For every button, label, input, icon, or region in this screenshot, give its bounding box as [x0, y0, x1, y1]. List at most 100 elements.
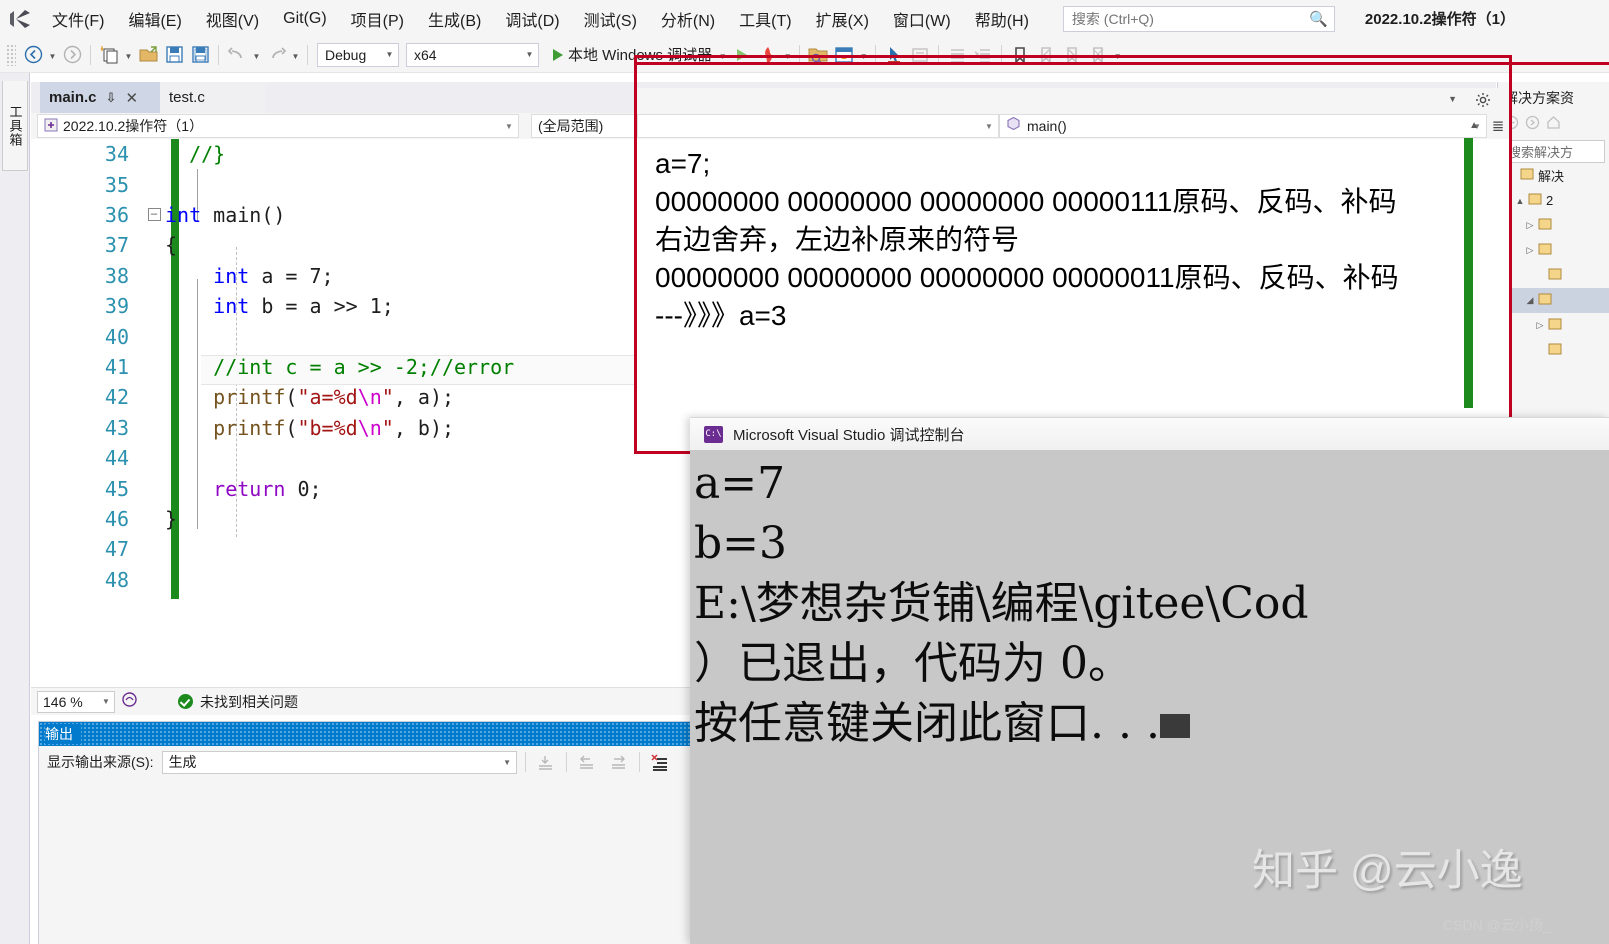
note-chevron-down-icon[interactable]: ▼: [1448, 94, 1457, 104]
output-pane-toolbar: 显示输出来源(S): 生成 ▼: [39, 746, 690, 778]
line-number: 38: [104, 263, 129, 288]
menu-item-test[interactable]: 测试(S): [572, 0, 649, 37]
global-scope-value: (全局范围): [538, 118, 604, 134]
solution-tree-row[interactable]: ▷: [1498, 238, 1609, 263]
save-icon[interactable]: [161, 42, 187, 68]
menu-item-build[interactable]: 生成(B): [416, 0, 493, 37]
menu-item-analyze[interactable]: 分析(N): [649, 0, 727, 37]
output-toolbar-separator-2: [565, 752, 567, 772]
code-text: return 0;: [213, 476, 322, 501]
code-text: {: [165, 233, 178, 258]
new-project-icon[interactable]: [96, 42, 122, 68]
menu-item-view[interactable]: 视图(V): [194, 0, 271, 37]
solution-tree-row[interactable]: ◢: [1498, 288, 1609, 313]
build-configuration-select[interactable]: Debug ▼: [317, 42, 399, 67]
output-pane-header[interactable]: 输出: [39, 722, 690, 746]
menu-item-window[interactable]: 窗口(W): [881, 0, 963, 37]
tab-test-c[interactable]: test.c: [160, 82, 265, 113]
menu-item-tools[interactable]: 工具(T): [727, 0, 803, 37]
tree-expander-icon[interactable]: ▲: [1512, 196, 1528, 206]
line-number: 36: [104, 202, 129, 227]
play-icon: [553, 48, 563, 61]
search-input[interactable]: [1071, 10, 1302, 27]
solution-tree-row[interactable]: [1498, 263, 1609, 288]
member-scope-select[interactable]: main() ▼: [999, 114, 1487, 138]
toolbar-grip[interactable]: [6, 43, 16, 66]
build-platform-select[interactable]: x64 ▼: [406, 42, 539, 67]
line-number: 41: [104, 354, 129, 379]
open-file-icon[interactable]: [135, 42, 161, 68]
toolbar-separator: [90, 44, 91, 65]
tab-test-c-label: test.c: [169, 89, 205, 106]
line-number: 37: [104, 233, 129, 258]
tree-expander-icon[interactable]: ▷: [1522, 220, 1538, 231]
note-line-1: a=7;: [655, 148, 711, 179]
navigate-back-icon[interactable]: [20, 42, 46, 68]
undo-caret-icon[interactable]: ▼: [250, 42, 263, 68]
menu-item-help[interactable]: 帮助(H): [963, 0, 1041, 37]
redo-caret-icon[interactable]: ▼: [289, 42, 302, 68]
note-gear-icon[interactable]: [1475, 92, 1491, 113]
note-scope-chevron-icon: ▼: [985, 121, 993, 131]
tab-main-c[interactable]: main.c ⇩ ✕: [40, 82, 160, 113]
build-configuration-value: Debug: [325, 46, 367, 63]
line-number: 35: [104, 172, 129, 197]
tree-item-icon: [1548, 267, 1562, 284]
toolbox-vertical-tab[interactable]: 工具箱: [2, 81, 28, 171]
solution-tree-row[interactable]: ▷: [1498, 313, 1609, 338]
zoom-level-select[interactable]: 146 % ▼: [37, 690, 115, 713]
code-text: //}: [165, 142, 226, 167]
check-circle-icon: [178, 694, 193, 709]
intellicode-icon[interactable]: [121, 691, 138, 713]
menu-item-project[interactable]: 项目(P): [339, 0, 416, 37]
close-icon[interactable]: ✕: [125, 89, 138, 107]
solution-tree-row[interactable]: ▷: [1498, 213, 1609, 238]
save-all-icon[interactable]: [187, 42, 213, 68]
menu-item-file[interactable]: 文件(F): [40, 0, 116, 37]
note-scroll-up-icon[interactable]: ▲: [1469, 120, 1479, 131]
clear-output-icon[interactable]: [648, 750, 672, 774]
menu-item-git[interactable]: Git(G): [271, 0, 339, 37]
solution-tree-row[interactable]: [1498, 338, 1609, 363]
fold-toggle-icon[interactable]: −: [143, 207, 165, 222]
line-number: 43: [104, 415, 129, 440]
undo-icon[interactable]: [224, 42, 250, 68]
menu-item-debug[interactable]: 调试(D): [493, 0, 571, 37]
redo-icon[interactable]: [263, 42, 289, 68]
output-pane: 输出 显示输出来源(S): 生成 ▼: [38, 721, 691, 944]
split-view-icon[interactable]: ≣: [1487, 117, 1509, 135]
tree-item-label: 解决: [1538, 169, 1565, 184]
tree-expander-icon[interactable]: ◢: [1522, 295, 1538, 306]
navigate-back-caret-icon[interactable]: ▼: [46, 42, 59, 68]
go-to-previous-message-icon[interactable]: [575, 750, 599, 774]
solution-tree-row[interactable]: ▲ 2: [1498, 188, 1609, 213]
code-text: printf("a=%d\n", a);: [213, 385, 455, 410]
solution-explorer-search[interactable]: 搜索解决方: [1502, 140, 1605, 163]
menu-item-edit[interactable]: 编辑(E): [116, 0, 193, 37]
new-project-caret-icon[interactable]: ▼: [122, 42, 135, 68]
go-to-next-message-icon[interactable]: [607, 750, 631, 774]
console-line-6-text: 按任意键关闭此窗口. . .: [694, 698, 1160, 749]
tree-expander-icon[interactable]: ▷: [1522, 245, 1538, 256]
note-top-bar: ▼: [637, 88, 1509, 113]
solution-tree-row[interactable]: 解决: [1498, 163, 1609, 188]
home-icon[interactable]: [1546, 115, 1561, 135]
note-line-4: 00000000 00000000 00000000 00000011原码、反码…: [655, 262, 1399, 293]
project-scope-select[interactable]: 2022.10.2操作符（1） ▼: [37, 114, 519, 138]
visual-studio-logo-icon: [0, 0, 40, 37]
pin-icon[interactable]: ⇩: [106, 90, 117, 106]
member-scope-value: main(): [1027, 118, 1067, 134]
output-source-select[interactable]: 生成 ▼: [161, 750, 517, 774]
forward-navigate-icon[interactable]: [1525, 115, 1540, 135]
tree-expander-icon[interactable]: ▷: [1532, 320, 1548, 331]
app-window: 文件(F) 编辑(E) 视图(V) Git(G) 项目(P) 生成(B) 调试(…: [0, 0, 1609, 944]
code-text: //int c = a >> -2;//error: [165, 354, 515, 379]
note-scope-select[interactable]: ▼: [637, 114, 999, 138]
quick-search-box[interactable]: 🔍: [1062, 5, 1335, 32]
line-number: 40: [104, 324, 129, 349]
navigate-forward-icon[interactable]: [59, 42, 85, 68]
find-message-icon[interactable]: [534, 750, 558, 774]
code-text: int b = a >> 1;: [213, 294, 394, 319]
menu-item-extensions[interactable]: 扩展(X): [804, 0, 881, 37]
console-title-bar[interactable]: C:\ Microsoft Visual Studio 调试控制台: [690, 418, 1609, 450]
